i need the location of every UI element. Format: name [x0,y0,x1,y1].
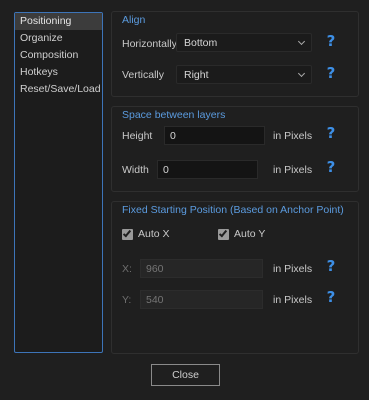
sidebar-item-composition[interactable]: Composition [15,47,102,64]
auto-y-label: Auto Y [234,228,266,240]
sidebar-item-reset-save-load[interactable]: Reset/Save/Load [15,81,102,98]
x-label: X: [122,263,132,275]
vertical-dropdown-value: Right [184,69,209,81]
vertical-dropdown[interactable]: Right [176,65,312,84]
height-input[interactable] [164,126,265,145]
help-icon[interactable]: ? [324,124,338,142]
height-unit-label: in Pixels [273,130,313,142]
close-button[interactable]: Close [151,364,220,386]
horizontal-dropdown[interactable]: Bottom [176,33,312,52]
sidebar-item-positioning[interactable]: Positioning [15,13,102,30]
width-unit-label: in Pixels [273,164,313,176]
horizontal-label: Horizontally [122,38,177,50]
auto-x-checkbox[interactable] [122,228,133,240]
auto-y-checkbox[interactable] [218,228,229,240]
spacing-title: Space between layers [122,109,226,121]
sidebar-nav: Positioning Organize Composition Hotkeys… [14,12,103,353]
align-title: Align [122,14,146,26]
sidebar-item-organize[interactable]: Organize [15,30,102,47]
height-label: Height [122,130,153,142]
y-input [140,290,263,309]
spacing-panel: Space between layers Height in Pixels ? … [111,106,359,192]
x-unit-label: in Pixels [273,263,313,275]
vertical-label: Vertically [122,69,165,81]
help-icon[interactable]: ? [324,64,338,82]
y-unit-label: in Pixels [273,294,313,306]
width-label: Width [122,164,149,176]
sidebar-item-hotkeys[interactable]: Hotkeys [15,64,102,81]
fixed-start-panel: Fixed Starting Position (Based on Anchor… [111,201,359,354]
help-icon[interactable]: ? [324,288,338,306]
x-input [140,259,263,278]
help-icon[interactable]: ? [324,32,338,50]
horizontal-dropdown-value: Bottom [184,37,218,49]
auto-x-label: Auto X [138,228,170,240]
y-label: Y: [122,294,132,306]
help-icon[interactable]: ? [324,257,338,275]
checkmark-icon [122,228,132,238]
fixed-start-title: Fixed Starting Position (Based on Anchor… [122,204,344,216]
width-input[interactable] [157,160,258,179]
chevron-down-icon [297,37,306,46]
chevron-down-icon [297,69,306,78]
checkmark-icon [218,228,228,238]
align-panel: Align Horizontally Bottom ? Vertically R… [111,11,359,97]
help-icon[interactable]: ? [324,158,338,176]
